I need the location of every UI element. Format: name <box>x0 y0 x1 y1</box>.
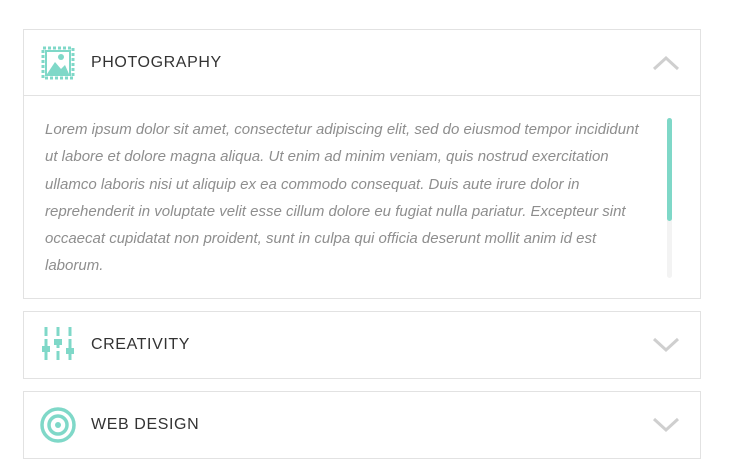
panel-title-web-design: WEB DESIGN <box>91 416 200 433</box>
accordion-panel-creativity: CREATIVITY <box>23 311 701 379</box>
scrollbar-track[interactable] <box>667 118 672 278</box>
panel-header-photography[interactable]: PHOTOGRAPHY <box>24 30 700 96</box>
chevron-up-icon[interactable] <box>652 54 680 72</box>
chevron-down-icon[interactable] <box>652 336 680 354</box>
panel-title-photography: PHOTOGRAPHY <box>91 53 222 71</box>
panel-header-creativity[interactable]: CREATIVITY <box>24 312 700 378</box>
accordion-panel-photography: PHOTOGRAPHY Lorem ipsum dolor sit amet, … <box>23 29 701 299</box>
accordion: PHOTOGRAPHY Lorem ipsum dolor sit amet, … <box>23 29 701 459</box>
scrollbar-thumb[interactable] <box>667 118 672 221</box>
panel-header-web-design[interactable]: WEB DESIGN <box>24 392 700 458</box>
chevron-down-icon[interactable] <box>652 416 680 434</box>
panel-content-text: Lorem ipsum dolor sit amet, consectetur … <box>45 121 639 275</box>
photo-stamp-icon <box>40 45 76 81</box>
panel-body-photography: Lorem ipsum dolor sit amet, consectetur … <box>24 96 700 298</box>
target-icon <box>40 407 76 443</box>
sliders-icon <box>40 327 76 363</box>
panel-title-creativity: CREATIVITY <box>91 336 191 353</box>
accordion-panel-web-design: WEB DESIGN <box>23 391 701 459</box>
